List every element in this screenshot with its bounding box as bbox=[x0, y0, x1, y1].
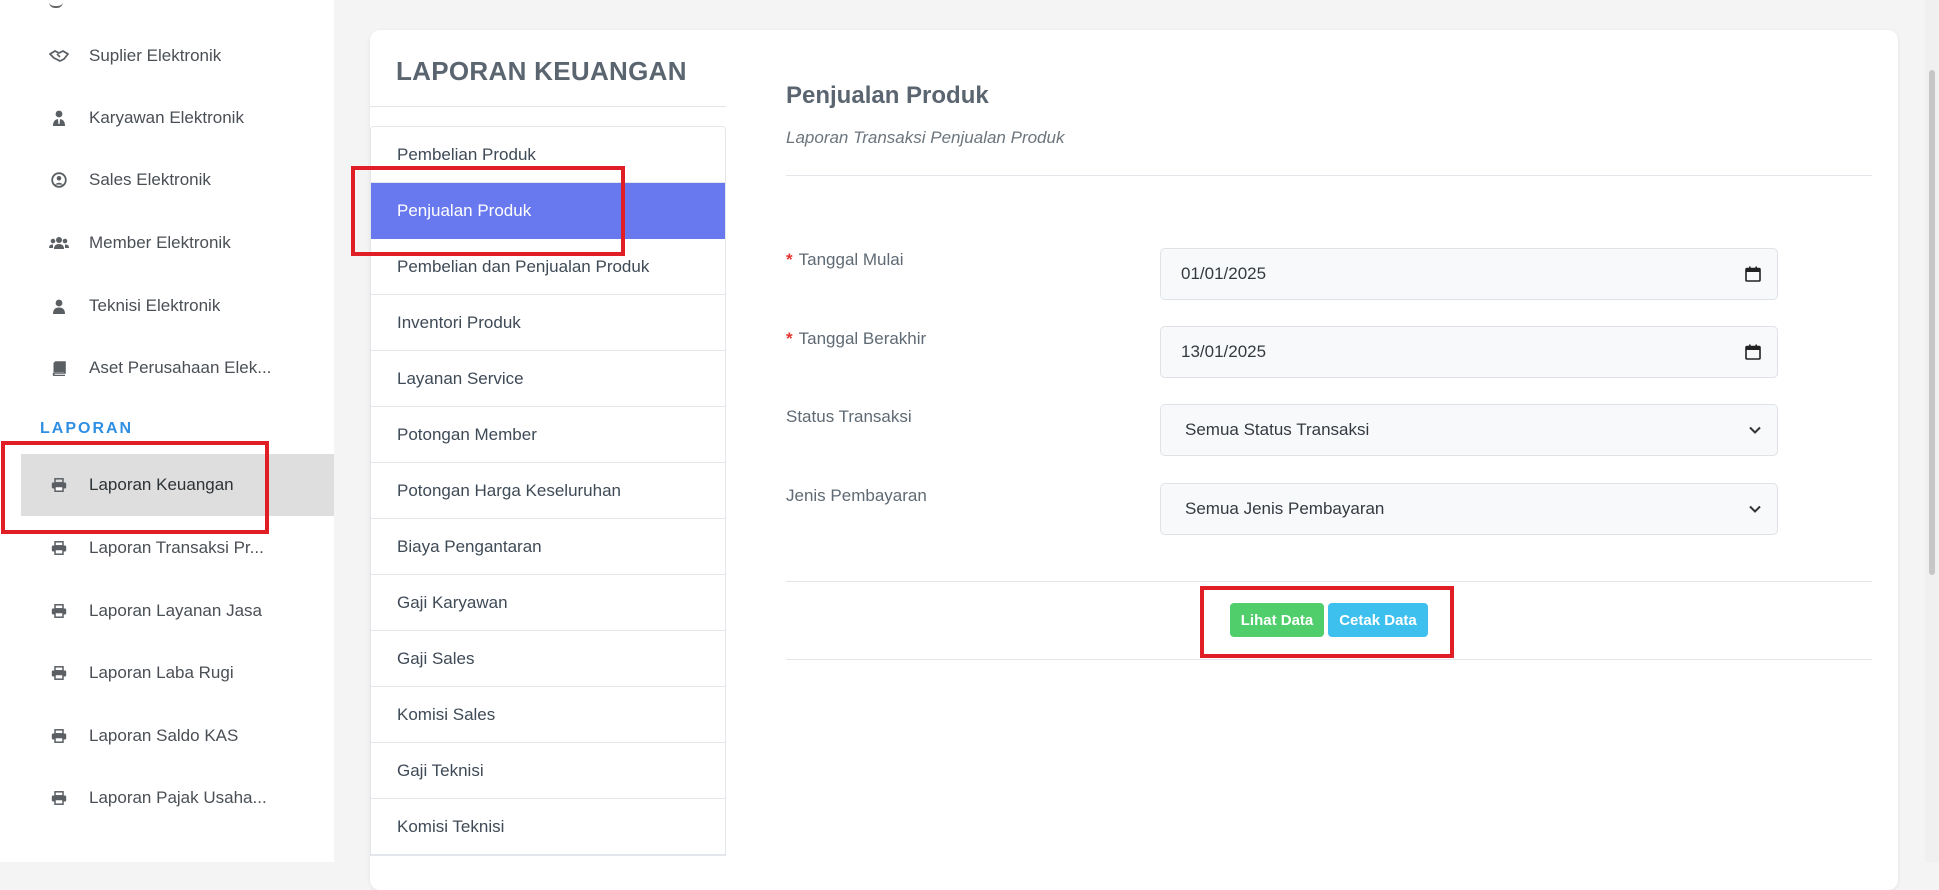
printer-icon bbox=[49, 663, 69, 683]
status-select-value: Semua Status Transaksi bbox=[1185, 420, 1370, 439]
required-mark: * bbox=[786, 250, 793, 269]
start-date-input[interactable]: 01/01/2025 bbox=[1160, 248, 1778, 300]
menu-item-gaji-teknisi[interactable]: Gaji Teknisi bbox=[371, 743, 725, 799]
sidebar-item-label: Sales Elektronik bbox=[89, 170, 211, 189]
menu-item-gaji-karyawan[interactable]: Gaji Karyawan bbox=[371, 575, 725, 631]
end-date-label-text: Tanggal Berakhir bbox=[798, 329, 927, 348]
divider bbox=[786, 659, 1872, 660]
menu-item-layanan-service[interactable]: Layanan Service bbox=[371, 351, 725, 407]
sidebar-item-label: Laporan Pajak Usaha... bbox=[89, 788, 267, 807]
page-scrollbar[interactable] bbox=[1925, 0, 1939, 862]
menu-item-biaya-pengantaran[interactable]: Biaya Pengantaran bbox=[371, 519, 725, 575]
sidebar-item-label: Member Elektronik bbox=[89, 233, 231, 252]
menu-item-komisi-teknisi[interactable]: Komisi Teknisi bbox=[371, 799, 725, 855]
highlight-box-sidebar bbox=[1, 441, 269, 534]
start-date-label-text: Tanggal Mulai bbox=[798, 250, 904, 269]
sidebar-item-label: Laporan Saldo KAS bbox=[89, 726, 239, 745]
sidebar-item-suplier[interactable]: Suplier Elektronik bbox=[21, 25, 334, 87]
menu-item-potongan-harga[interactable]: Potongan Harga Keseluruhan bbox=[371, 463, 725, 519]
user-circle-icon bbox=[49, 170, 69, 190]
sidebar-item-label: Laporan Laba Rugi bbox=[89, 663, 234, 682]
payment-label: Jenis Pembayaran bbox=[786, 486, 927, 505]
sidebar-item-teknisi[interactable]: Teknisi Elektronik bbox=[21, 275, 334, 337]
highlight-box-menu bbox=[351, 166, 625, 256]
form-subtitle: Laporan Transaksi Penjualan Produk bbox=[786, 128, 1065, 147]
printer-icon bbox=[49, 601, 69, 621]
users-icon bbox=[49, 233, 69, 253]
sidebar-item-laporan-saldo-kas[interactable]: Laporan Saldo KAS bbox=[21, 705, 334, 767]
calendar-icon[interactable] bbox=[1745, 266, 1761, 282]
end-date-label: * Tanggal Berakhir bbox=[786, 329, 926, 349]
sidebar-item-label: Laporan Transaksi Pr... bbox=[89, 538, 264, 557]
sidebar-section-heading: LAPORAN bbox=[40, 420, 134, 437]
sidebar-item-laporan-laba-rugi[interactable]: Laporan Laba Rugi bbox=[21, 642, 334, 704]
sidebar-item-label: Aset Perusahaan Elek... bbox=[89, 358, 272, 377]
sidebar-item-label: Karyawan Elektronik bbox=[89, 108, 244, 127]
payment-select-value: Semua Jenis Pembayaran bbox=[1185, 499, 1385, 518]
printer-icon bbox=[49, 788, 69, 808]
sidebar-item-label: Laporan Layanan Jasa bbox=[89, 601, 262, 620]
sidebar-item-laporan-pajak[interactable]: Laporan Pajak Usaha... bbox=[21, 767, 334, 829]
handshake-icon bbox=[49, 46, 69, 66]
menu-item-gaji-sales[interactable]: Gaji Sales bbox=[371, 631, 725, 687]
status-label: Status Transaksi bbox=[786, 407, 912, 426]
menu-item-inventori-produk[interactable]: Inventori Produk bbox=[371, 295, 725, 351]
book-icon bbox=[49, 358, 69, 378]
start-date-label: * Tanggal Mulai bbox=[786, 250, 904, 270]
end-date-value: 13/01/2025 bbox=[1181, 342, 1267, 361]
partial-item-icon bbox=[49, 0, 63, 8]
printer-icon bbox=[49, 538, 69, 558]
divider bbox=[786, 175, 1872, 176]
chevron-down-icon bbox=[1749, 505, 1761, 513]
sidebar-item-label: Suplier Elektronik bbox=[89, 46, 222, 65]
printer-icon bbox=[49, 726, 69, 746]
scrollbar-thumb[interactable] bbox=[1929, 70, 1935, 575]
highlight-box-buttons bbox=[1200, 586, 1454, 658]
start-date-value: 01/01/2025 bbox=[1181, 264, 1267, 283]
card-title: LAPORAN KEUANGAN bbox=[396, 56, 687, 86]
divider bbox=[786, 581, 1872, 582]
user-tie-icon bbox=[49, 108, 69, 128]
sidebar-item-laporan-layanan-jasa[interactable]: Laporan Layanan Jasa bbox=[21, 580, 334, 642]
report-card: LAPORAN KEUANGAN Pembelian Produk Penjua… bbox=[370, 30, 1898, 890]
sidebar: Suplier Elektronik Karyawan Elektronik S… bbox=[0, 0, 334, 862]
menu-item-komisi-sales[interactable]: Komisi Sales bbox=[371, 687, 725, 743]
form-title: Penjualan Produk bbox=[786, 82, 989, 109]
sidebar-item-karyawan[interactable]: Karyawan Elektronik bbox=[21, 87, 334, 149]
sidebar-item-member[interactable]: Member Elektronik bbox=[21, 212, 334, 274]
sidebar-item-sales[interactable]: Sales Elektronik bbox=[21, 149, 334, 211]
calendar-icon[interactable] bbox=[1745, 344, 1761, 360]
status-select[interactable]: Semua Status Transaksi bbox=[1160, 404, 1778, 456]
payment-select[interactable]: Semua Jenis Pembayaran bbox=[1160, 483, 1778, 535]
chevron-down-icon bbox=[1749, 426, 1761, 434]
required-mark: * bbox=[786, 329, 793, 348]
sidebar-item-aset[interactable]: Aset Perusahaan Elek... bbox=[21, 337, 334, 399]
sidebar-item-label: Teknisi Elektronik bbox=[89, 296, 221, 315]
divider bbox=[370, 106, 726, 107]
user-icon bbox=[49, 296, 69, 316]
end-date-input[interactable]: 13/01/2025 bbox=[1160, 326, 1778, 378]
menu-item-potongan-member[interactable]: Potongan Member bbox=[371, 407, 725, 463]
